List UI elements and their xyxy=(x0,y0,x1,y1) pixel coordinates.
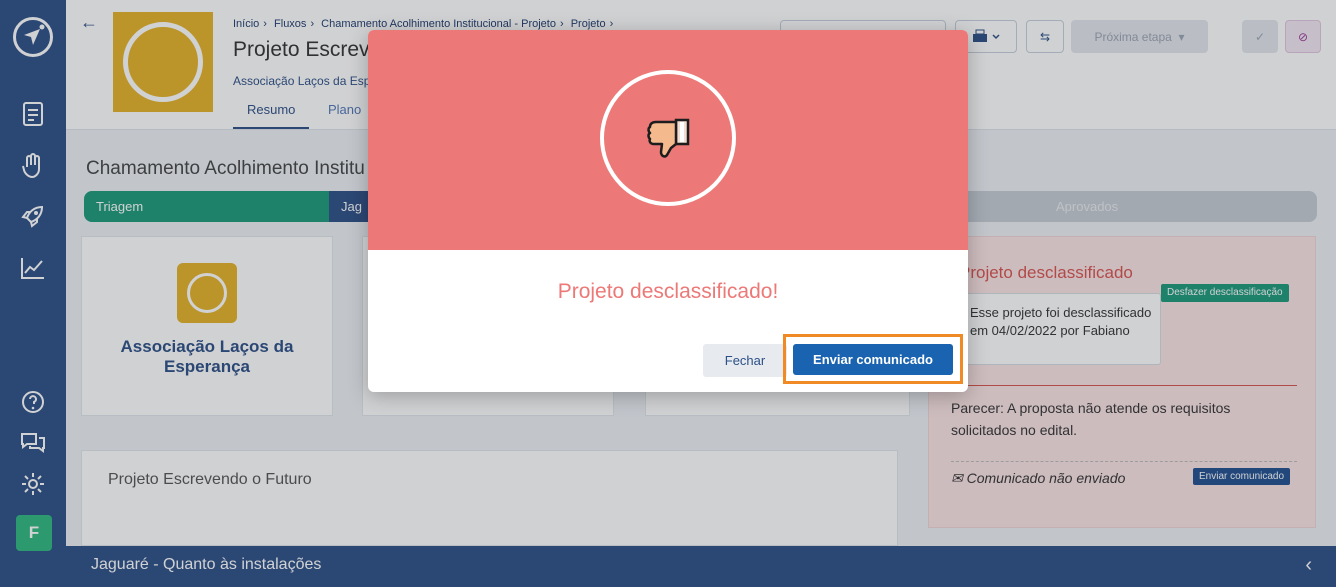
modal-message: Projeto desclassificado! xyxy=(557,280,779,303)
thumbs-down-icon xyxy=(600,70,736,206)
send-communication-button[interactable]: Enviar comunicado xyxy=(793,344,953,375)
close-button[interactable]: Fechar xyxy=(703,344,787,377)
modal-header xyxy=(368,30,968,250)
